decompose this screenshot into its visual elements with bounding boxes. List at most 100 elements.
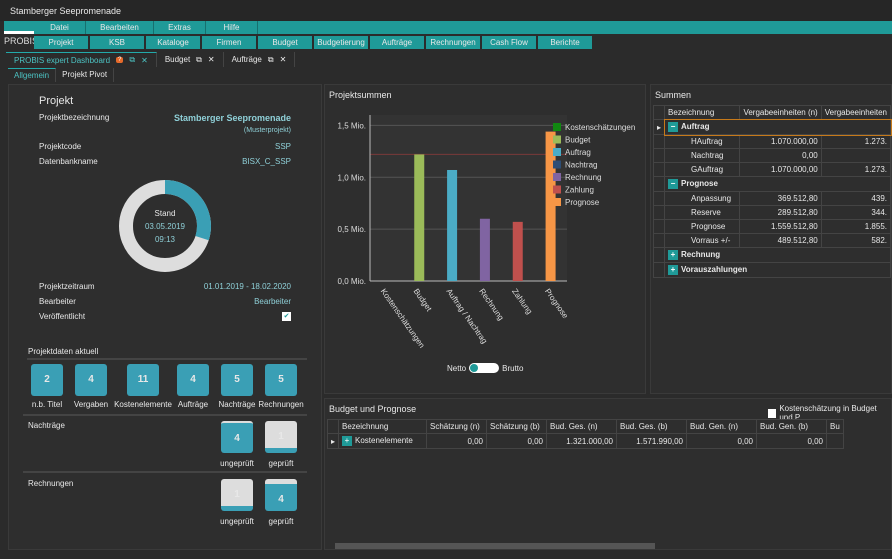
table-row[interactable]: Reserve 289.512,80 344. (652, 205, 892, 220)
table-row[interactable]: + Vorauszahlungen (652, 262, 891, 278)
kostenschaetzung-checkbox[interactable] (768, 408, 777, 418)
nav-8[interactable]: Cash Flow (482, 36, 536, 49)
popout-icon[interactable]: ⧉ (196, 55, 202, 65)
col-header[interactable]: Schätzung (n) (426, 419, 488, 434)
menu-datei[interactable]: Datei (34, 21, 86, 34)
legend-label: Nachtrag (565, 161, 597, 170)
col-header[interactable]: Vergabeeinheiten (n) (739, 105, 822, 120)
module-nav: Projekt KSB Kataloge Firmen Budget Budgetieru… (34, 36, 592, 49)
value-n: 489.512,80 (739, 233, 822, 248)
popout-icon[interactable]: ⧉ (268, 55, 274, 65)
nav-4[interactable]: Budget (258, 36, 312, 49)
expand-icon[interactable]: + (668, 250, 679, 260)
col-header[interactable]: Vergabeeinheiten (820, 105, 892, 120)
row-label: Nachtrag (664, 148, 741, 163)
nachtraege-ungeprueft-tile[interactable]: 4 (221, 421, 253, 453)
tile-count[interactable]: 4 (75, 364, 107, 396)
netto-brutto-toggle[interactable] (469, 363, 500, 373)
aktuell-heading: Projektdaten aktuell (28, 347, 99, 356)
collapse-icon[interactable]: − (668, 122, 679, 132)
close-icon[interactable]: ✕ (208, 55, 215, 64)
value-n: 1.070.000,00 (739, 134, 822, 149)
col-header[interactable]: Bud. Ges. (n) (546, 419, 618, 434)
menu-hilfe[interactable]: Hilfe (206, 21, 258, 34)
row-label: Anpassung (664, 191, 741, 206)
published-checkbox[interactable]: ✔ (282, 312, 291, 321)
tile-count[interactable]: 5 (265, 364, 297, 396)
legend-label: Prognose (565, 198, 600, 207)
x-tick-label: Budget (412, 287, 434, 314)
nav-0[interactable]: Projekt (34, 36, 88, 49)
tab-0[interactable]: PROBIS expert Dashboard? ⧉ ✕ (6, 52, 157, 67)
table-row[interactable]: GAuftrag 1.070.000,00 1.273. (652, 162, 892, 177)
tile-label: geprüft (268, 517, 294, 526)
bar-3[interactable] (479, 218, 490, 281)
subtab-projekt-pivot[interactable]: Projekt Pivot (56, 68, 115, 82)
tab-2[interactable]: Aufträge ⧉ ✕ (224, 52, 296, 67)
table-row[interactable]: ▸ + Kostenelemente 0,00 0,00 1.321.000,00 1.57… (326, 433, 844, 449)
expand-icon[interactable]: + (342, 436, 353, 446)
menu-bearbeiten[interactable]: Bearbeiten (86, 21, 154, 34)
bar-4[interactable] (512, 221, 523, 281)
col-header[interactable]: Bezeichnung (664, 105, 741, 120)
table-row[interactable]: Nachtrag 0,00 (652, 148, 892, 163)
subtab-allgemein[interactable]: Allgemein (8, 68, 57, 82)
tab-label: Aufträge (231, 55, 262, 64)
horizontal-scrollbar[interactable] (335, 543, 655, 549)
nav-3[interactable]: Firmen (202, 36, 256, 49)
menu-extras[interactable]: Extras (154, 21, 206, 34)
table-row[interactable]: HAuftrag 1.070.000,00 1.273. (652, 134, 892, 149)
nav-5[interactable]: Budgetierung (314, 36, 368, 49)
table-row[interactable]: − Prognose (652, 176, 891, 192)
app-logo (4, 21, 34, 34)
tile-count[interactable]: 2 (31, 364, 63, 396)
col-header[interactable]: Bud. Gen. (n) (686, 419, 758, 434)
nav-9[interactable]: Berichte (538, 36, 592, 49)
value-b (820, 148, 892, 163)
nav-1[interactable]: KSB (90, 36, 144, 49)
cell-value: 0,00 (807, 436, 824, 446)
table-row[interactable]: + Rechnung (652, 247, 891, 263)
bar-1[interactable] (414, 154, 425, 281)
popout-icon[interactable]: ⧉ (129, 55, 135, 65)
table-row[interactable]: Vorraus +/- 489.512,80 582. (652, 233, 892, 248)
y-tick-label: 0,0 Mio. (338, 277, 366, 286)
table-row[interactable]: Anpassung 369.512,80 439. (652, 191, 892, 206)
col-header[interactable]: Bud. Gen. (b) (756, 419, 828, 434)
project-code: SSP (274, 142, 291, 151)
rechnungen-geprueft-tile[interactable]: 4 (265, 479, 297, 511)
nav-6[interactable]: Aufträge (370, 36, 424, 49)
field-label: Veröffentlicht (39, 312, 86, 321)
field-label: Datenbankname (39, 157, 98, 166)
summen-panel: Summen Bezeichnung Vergabeeinheiten (n) Ve… (650, 84, 892, 394)
col-header[interactable]: Bud. Ges. (b) (616, 419, 688, 434)
y-tick-label: 1,0 Mio. (338, 173, 366, 182)
nav-2[interactable]: Kataloge (146, 36, 200, 49)
table-row[interactable]: ▸ − Auftrag (652, 118, 892, 136)
legend-swatch (553, 160, 561, 169)
legend-label: Auftrag (565, 148, 591, 157)
tile-count[interactable]: 11 (127, 364, 159, 396)
projektsummen-chart: 0,0 Mio. 0,5 Mio. 1,0 Mio. 1,5 Mio. Kostensc… (338, 115, 635, 350)
legend-swatch (553, 123, 561, 131)
col-header[interactable]: Schätzung (b) (486, 419, 548, 434)
nachtraege-geprueft-tile[interactable]: 1 (265, 421, 297, 453)
group-label: Auftrag (681, 122, 710, 131)
close-icon[interactable]: ✕ (141, 56, 148, 65)
table-row[interactable]: Prognose 1.559.512,80 1.855. (652, 219, 892, 234)
expand-icon[interactable]: + (668, 265, 679, 275)
bar-2[interactable] (447, 169, 458, 281)
cell-value: 1.321.000,00 (566, 436, 614, 446)
collapse-icon[interactable]: − (668, 179, 679, 189)
col-header[interactable]: Bezeichnung (338, 419, 428, 434)
tab-1[interactable]: Budget ⧉ ✕ (157, 52, 224, 67)
value-b: 1.855. (820, 219, 892, 234)
rechnungen-ungeprueft-tile[interactable]: 1 (221, 479, 253, 511)
field-label: Projektzeitraum (39, 282, 95, 291)
tile-count[interactable]: 4 (177, 364, 209, 396)
nav-7[interactable]: Rechnungen (426, 36, 480, 49)
col-header[interactable]: Bu (826, 419, 844, 434)
help-badge[interactable]: ? (116, 57, 124, 63)
tile-count[interactable]: 5 (221, 364, 253, 396)
close-icon[interactable]: ✕ (280, 55, 287, 64)
